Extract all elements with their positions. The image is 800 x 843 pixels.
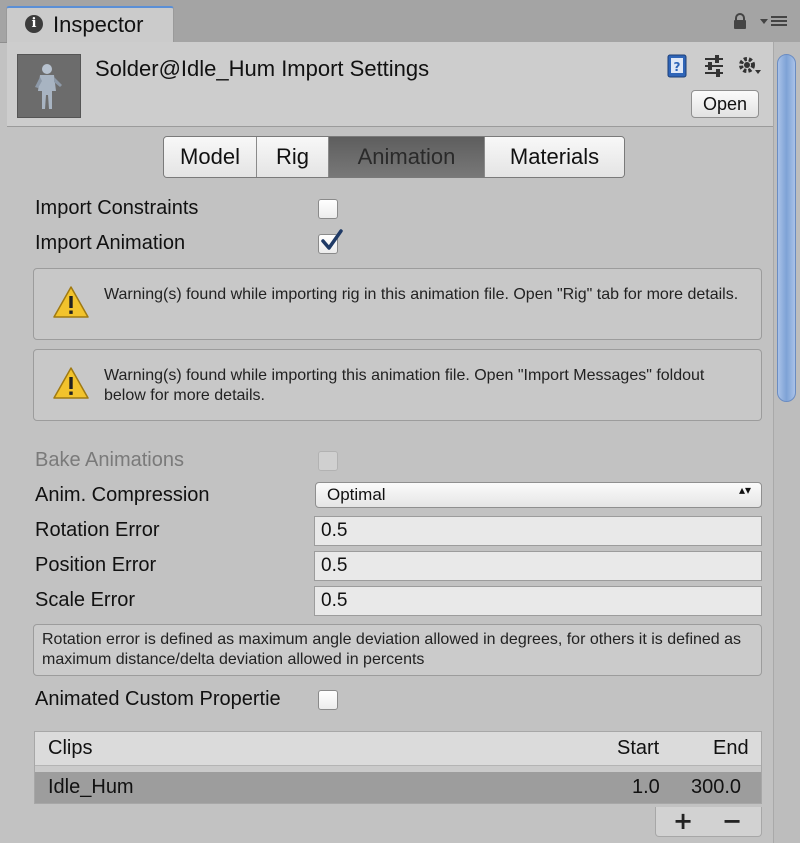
warning-icon bbox=[53, 286, 89, 318]
anim-compression-dropdown[interactable]: Optimal ▴▾ bbox=[315, 482, 762, 508]
tab-animation[interactable]: Animation bbox=[329, 137, 485, 177]
clip-start: 1.0 bbox=[632, 776, 660, 798]
bake-animations-label: Bake Animations bbox=[35, 449, 184, 471]
scale-error-field[interactable]: 0.5 bbox=[314, 586, 762, 616]
asset-preview-thumbnail bbox=[17, 54, 81, 118]
updown-arrow-icon: ▴▾ bbox=[738, 483, 751, 497]
bake-animations-checkbox bbox=[318, 451, 338, 471]
clips-list-header: Clips Start End bbox=[35, 732, 761, 766]
scrollbar-thumb[interactable] bbox=[777, 54, 796, 402]
error-info-text: Rotation error is defined as maximum ang… bbox=[42, 631, 742, 668]
open-button[interactable]: Open bbox=[691, 90, 759, 118]
clip-list-controls: + − bbox=[655, 807, 762, 837]
inspector-tab-label: Inspector bbox=[53, 12, 144, 37]
anim-compression-label: Anim. Compression bbox=[35, 484, 210, 506]
animated-custom-properties-checkbox[interactable] bbox=[318, 690, 338, 710]
tab-materials[interactable]: Materials bbox=[485, 137, 624, 177]
lock-icon[interactable] bbox=[733, 13, 747, 29]
import-animation-label: Import Animation bbox=[35, 232, 186, 254]
clip-end: 300.0 bbox=[691, 776, 742, 798]
info-icon: i bbox=[25, 15, 43, 33]
inspector-tab[interactable]: i Inspector bbox=[6, 6, 174, 42]
rotation-error-field[interactable]: 0.5 bbox=[314, 516, 762, 546]
column-header-end: End bbox=[713, 737, 749, 759]
animated-custom-properties-label: Animated Custom Propertie bbox=[35, 688, 281, 710]
import-constraints-checkbox[interactable] bbox=[318, 199, 338, 219]
tab-model[interactable]: Model bbox=[164, 137, 257, 177]
settings-gear-icon[interactable] bbox=[737, 54, 761, 78]
checkmark-icon bbox=[321, 229, 343, 250]
asset-title: Solder@Idle_Hum Import Settings bbox=[95, 56, 430, 81]
column-header-start: Start bbox=[617, 737, 660, 759]
vertical-scrollbar[interactable] bbox=[773, 42, 800, 843]
clip-name: Idle_Hum bbox=[48, 776, 134, 798]
import-constraints-label: Import Constraints bbox=[35, 197, 199, 219]
animation-warning-box: Warning(s) found while importing this an… bbox=[33, 349, 762, 421]
anim-compression-value: Optimal bbox=[327, 485, 386, 504]
position-error-label: Position Error bbox=[35, 554, 157, 576]
remove-clip-button[interactable]: − bbox=[717, 807, 747, 835]
animation-warning-text: Warning(s) found while importing this an… bbox=[104, 367, 705, 404]
add-clip-button[interactable]: + bbox=[668, 807, 698, 835]
import-settings-tabs: Model Rig Animation Materials bbox=[163, 136, 625, 178]
preset-sliders-icon[interactable] bbox=[702, 54, 726, 78]
error-info-box: Rotation error is defined as maximum ang… bbox=[33, 624, 762, 676]
inspector-header: Solder@Idle_Hum Import Settings ? Open bbox=[7, 42, 773, 127]
help-book-icon[interactable]: ? bbox=[665, 54, 689, 78]
rotation-error-label: Rotation Error bbox=[35, 519, 160, 541]
warning-icon bbox=[53, 367, 89, 399]
window-tab-strip: i Inspector bbox=[0, 0, 800, 43]
rig-warning-box: Warning(s) found while importing rig in … bbox=[33, 268, 762, 340]
import-animation-checkbox[interactable] bbox=[318, 229, 343, 254]
svg-text:?: ? bbox=[674, 60, 681, 74]
clip-row[interactable]: Idle_Hum 1.0 300.0 bbox=[35, 772, 761, 803]
position-error-field[interactable]: 0.5 bbox=[314, 551, 762, 581]
character-model-icon bbox=[35, 64, 62, 109]
scale-error-label: Scale Error bbox=[35, 589, 136, 611]
clips-list: Clips Start End Idle_Hum 1.0 300.0 bbox=[34, 731, 762, 804]
tab-rig[interactable]: Rig bbox=[257, 137, 329, 177]
column-header-clips: Clips bbox=[48, 737, 93, 759]
context-menu-icon[interactable] bbox=[760, 14, 788, 28]
rig-warning-text: Warning(s) found while importing rig in … bbox=[104, 286, 739, 303]
